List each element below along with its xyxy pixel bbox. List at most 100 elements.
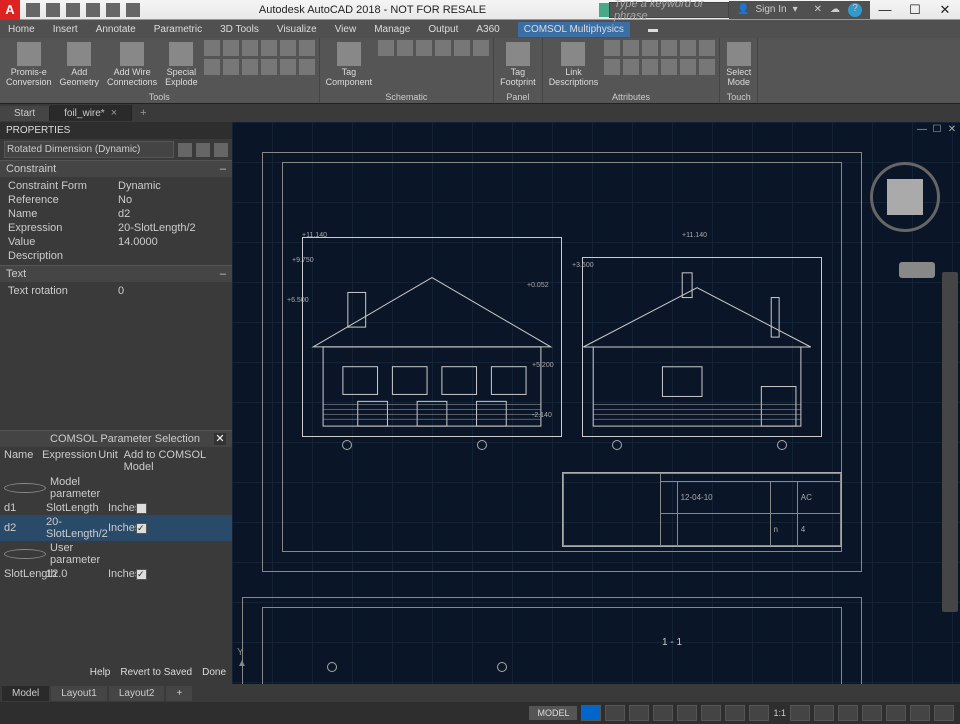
- arrow-icon[interactable]: [599, 3, 609, 17]
- doctab-Start[interactable]: Start: [0, 106, 50, 121]
- menu-annotate[interactable]: Annotate: [96, 24, 136, 35]
- navbar-right[interactable]: [942, 272, 958, 612]
- small-tool-icon[interactable]: [280, 59, 296, 75]
- small-tool-icon[interactable]: [416, 40, 432, 56]
- modeltab-model[interactable]: Model: [2, 686, 49, 701]
- otrack-icon[interactable]: [701, 705, 721, 721]
- prop-row[interactable]: Description: [0, 249, 232, 263]
- viewcube[interactable]: [870, 162, 940, 232]
- vp-max-icon[interactable]: ☐: [931, 124, 943, 136]
- grid-icon[interactable]: [581, 705, 601, 721]
- ribbon-tag-footprint-button[interactable]: TagFootprint: [498, 40, 538, 90]
- small-tool-icon[interactable]: [299, 40, 315, 56]
- prop-row[interactable]: Named2: [0, 207, 232, 221]
- ribbon-tag-component-button[interactable]: TagComponent: [324, 40, 375, 90]
- small-tool-icon[interactable]: [261, 59, 277, 75]
- small-tool-icon[interactable]: [204, 40, 220, 56]
- osnap-icon[interactable]: [677, 705, 697, 721]
- revert-button[interactable]: Revert to Saved: [120, 667, 192, 678]
- qat-undo-icon[interactable]: [86, 3, 100, 17]
- section-text[interactable]: Text–: [0, 265, 232, 282]
- small-tool-icon[interactable]: [661, 40, 677, 56]
- vp-close-icon[interactable]: ✕: [946, 124, 958, 136]
- monitor-icon[interactable]: [838, 705, 858, 721]
- small-tool-icon[interactable]: [604, 59, 620, 75]
- prop-row[interactable]: Value14.0000: [0, 235, 232, 249]
- ribbon-add-geometry-button[interactable]: AddGeometry: [58, 40, 102, 90]
- cleanscreen-icon[interactable]: [910, 705, 930, 721]
- checkbox[interactable]: [136, 503, 147, 514]
- small-tool-icon[interactable]: [699, 40, 715, 56]
- qat-print-icon[interactable]: [126, 3, 140, 17]
- isolate-icon[interactable]: [862, 705, 882, 721]
- ortho-icon[interactable]: [629, 705, 649, 721]
- signin-button[interactable]: 👤 Sign In ▾: [729, 1, 806, 19]
- viewcube-face[interactable]: [887, 179, 923, 215]
- prop-row[interactable]: ReferenceNo: [0, 193, 232, 207]
- hardware-icon[interactable]: [886, 705, 906, 721]
- small-tool-icon[interactable]: [242, 59, 258, 75]
- prop-row[interactable]: Constraint FormDynamic: [0, 179, 232, 193]
- doctab-foil_wire[interactable]: foil_wire*×: [50, 105, 132, 121]
- ribbon-select-mode-button[interactable]: SelectMode: [724, 40, 753, 90]
- qat-new-icon[interactable]: [26, 3, 40, 17]
- object-type-select[interactable]: Rotated Dimension (Dynamic): [4, 141, 174, 158]
- prop-row[interactable]: Expression20-SlotLength/2: [0, 221, 232, 235]
- param-row-d2[interactable]: d220-SlotLength/2Inches: [0, 515, 232, 541]
- transparency-icon[interactable]: [749, 705, 769, 721]
- small-tool-icon[interactable]: [397, 40, 413, 56]
- qat-redo-icon[interactable]: [106, 3, 120, 17]
- prop-row[interactable]: Text rotation0: [0, 284, 232, 298]
- modeltab-add-button[interactable]: +: [166, 686, 192, 701]
- minimize-button[interactable]: —: [870, 0, 900, 20]
- ribbon-link-descriptions-button[interactable]: LinkDescriptions: [547, 40, 601, 90]
- workspace-icon[interactable]: [814, 705, 834, 721]
- userparam-row-SlotLength[interactable]: SlotLength12.0Inches: [0, 567, 232, 581]
- modeltab-layout1[interactable]: Layout1: [51, 686, 107, 701]
- qat-open-icon[interactable]: [46, 3, 60, 17]
- maximize-button[interactable]: ☐: [900, 0, 930, 20]
- done-button[interactable]: Done: [202, 667, 226, 678]
- small-tool-icon[interactable]: [473, 40, 489, 56]
- menu-visualize[interactable]: Visualize: [277, 24, 317, 35]
- small-tool-icon[interactable]: [642, 40, 658, 56]
- small-tool-icon[interactable]: [699, 59, 715, 75]
- exchange-icon[interactable]: ✕: [814, 4, 822, 15]
- small-tool-icon[interactable]: [204, 59, 220, 75]
- ribbon-add-wire-connections-button[interactable]: Add WireConnections: [105, 40, 159, 90]
- small-tool-icon[interactable]: [223, 40, 239, 56]
- small-tool-icon[interactable]: [680, 59, 696, 75]
- scale-label[interactable]: 1:1: [773, 708, 786, 718]
- model-param-row[interactable]: Model parameter: [0, 475, 232, 501]
- ribbon-promis-e-conversion-button[interactable]: Promis-eConversion: [4, 40, 54, 90]
- polar-icon[interactable]: [653, 705, 673, 721]
- menu-output[interactable]: Output: [428, 24, 458, 35]
- help-button[interactable]: Help: [90, 667, 111, 678]
- small-tool-icon[interactable]: [623, 40, 639, 56]
- snap-icon[interactable]: [605, 705, 625, 721]
- small-tool-icon[interactable]: [454, 40, 470, 56]
- small-tool-icon[interactable]: [223, 59, 239, 75]
- nav-button[interactable]: [899, 262, 935, 278]
- ribbon-collapse-icon[interactable]: ▬: [648, 24, 658, 35]
- customize-icon[interactable]: [934, 705, 954, 721]
- small-tool-icon[interactable]: [435, 40, 451, 56]
- tab-close-icon[interactable]: ×: [111, 107, 117, 119]
- param-row-d1[interactable]: d1SlotLengthInches: [0, 501, 232, 515]
- small-tool-icon[interactable]: [680, 40, 696, 56]
- menu-home[interactable]: Home: [8, 24, 35, 35]
- ribbon-special-explode-button[interactable]: SpecialExplode: [163, 40, 200, 90]
- radio-icon[interactable]: [4, 483, 46, 493]
- checkbox[interactable]: [136, 523, 147, 534]
- radio-icon[interactable]: [4, 549, 46, 559]
- menu-manage[interactable]: Manage: [374, 24, 410, 35]
- vp-min-icon[interactable]: —: [916, 124, 928, 136]
- menu-parametric[interactable]: Parametric: [154, 24, 202, 35]
- menu-3dtools[interactable]: 3D Tools: [220, 24, 259, 35]
- menu-a360[interactable]: A360: [476, 24, 499, 35]
- checkbox[interactable]: [136, 569, 147, 580]
- small-tool-icon[interactable]: [623, 59, 639, 75]
- small-tool-icon[interactable]: [299, 59, 315, 75]
- menu-view[interactable]: View: [335, 24, 357, 35]
- qat-save-icon[interactable]: [66, 3, 80, 17]
